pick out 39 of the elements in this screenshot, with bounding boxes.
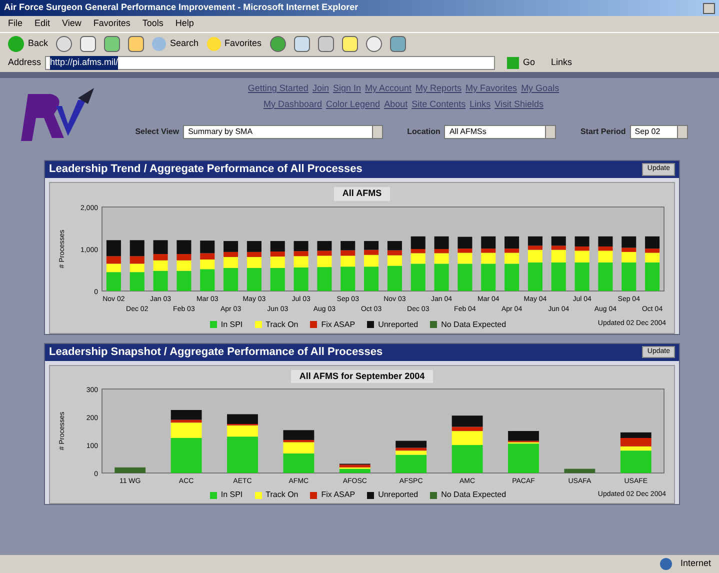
favorites-button[interactable]: Favorites (206, 36, 262, 50)
filter-dropdown[interactable]: All AFMSs (444, 125, 556, 139)
menu-item[interactable]: File (8, 17, 23, 31)
menu-item[interactable]: Help (175, 17, 194, 31)
menu-item[interactable]: Favorites (93, 17, 130, 31)
filter-dropdown[interactable]: Summary by SMA (183, 125, 384, 139)
address-value: http://pi.afms.mil/ (50, 56, 118, 70)
go-button[interactable]: Go (507, 56, 536, 70)
address-field[interactable]: http://pi.afms.mil/ (45, 56, 496, 70)
zone-label: Internet (680, 557, 711, 570)
legend-label: Track On (266, 318, 298, 330)
back-button[interactable]: Back (8, 36, 48, 52)
links-label: Links (551, 56, 572, 70)
legend-label: In SPI (220, 489, 243, 501)
legend-label: In SPI (220, 318, 243, 330)
legend-label: No Data Expected (441, 489, 506, 501)
window-title: Air Force Surgeon General Performance Improvement - Microsoft Internet Explorer (4, 1, 360, 14)
panel-title: Leadership Trend / Aggregate Performance of All Processes (49, 162, 362, 178)
maximize-icon[interactable] (703, 2, 715, 14)
legend-label: Unreported (378, 318, 418, 330)
globe-icon (660, 558, 672, 570)
filter-label: Select View (135, 126, 180, 138)
legend-label: Fix ASAP (321, 489, 356, 501)
menu-item[interactable]: View (62, 17, 82, 31)
bar-segment (564, 468, 596, 473)
panel-title: Leadership Snapshot / Aggregate Performance of All Processes (49, 344, 383, 360)
legend-label: Track On (266, 489, 298, 501)
chart-title: All AFMS (334, 187, 390, 200)
filter-dropdown[interactable]: Sep 02 (630, 125, 688, 139)
menu-item[interactable]: Tools (142, 17, 164, 31)
address-label: Address (8, 56, 42, 70)
legend-label: Fix ASAP (321, 318, 356, 330)
search-button[interactable]: Search (152, 36, 199, 50)
chart-title: All AFMS for September 2004 (291, 370, 433, 383)
legend-label: Unreported (378, 489, 418, 501)
menu-item[interactable]: Edit (34, 17, 50, 31)
legend-label: No Data Expected (441, 318, 506, 330)
filter-label: Location (407, 126, 440, 138)
filter-label: Start Period (580, 126, 626, 138)
